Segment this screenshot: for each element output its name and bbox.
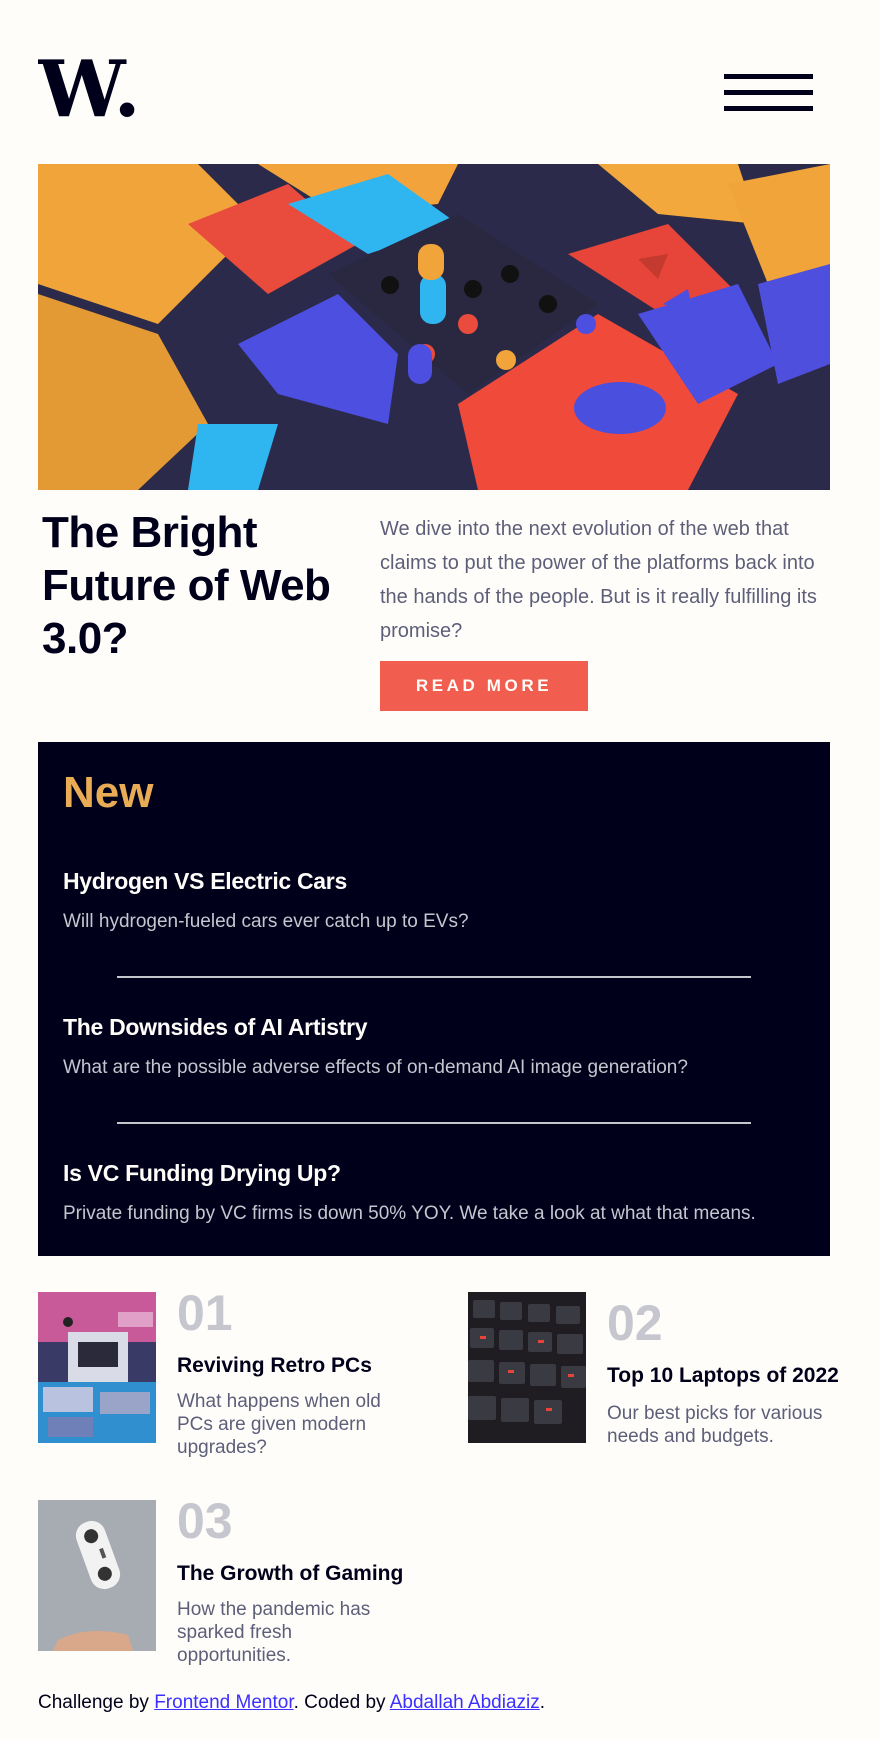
new-item-ai-artistry: The Downsides of AI Artistry What are th… <box>63 1014 823 1079</box>
article-card-2: 02 Top 10 Laptops of 2022 Our best picks… <box>468 1292 880 1462</box>
hero-title: The Bright Future of Web 3.0? <box>42 508 331 663</box>
new-section-title: New <box>63 768 154 817</box>
new-item-description: Private funding by VC firms is down 50% … <box>63 1203 756 1224</box>
new-item-vc-funding: Is VC Funding Drying Up? Private funding… <box>63 1160 823 1225</box>
footer-prefix: Challenge by <box>38 1692 155 1713</box>
article-card-3: 03 The Growth of Gaming How the pandemic… <box>38 1493 458 1670</box>
hero-image <box>38 164 830 490</box>
hamburger-menu-icon[interactable] <box>724 74 813 112</box>
attribution-footer: Challenge by Frontend Mentor. Coded by A… <box>38 1692 545 1714</box>
divider <box>117 976 751 978</box>
new-articles-panel: New Hydrogen VS Electric Cars Will hydro… <box>38 742 830 1256</box>
new-item-title[interactable]: The Downsides of AI Artistry <box>63 1014 823 1041</box>
article-number: 01 <box>177 1285 233 1341</box>
gaming-controller-image <box>38 1500 156 1651</box>
new-item-description: Will hydrogen-fueled cars ever catch up … <box>63 911 469 932</box>
article-title[interactable]: The Growth of Gaming <box>177 1562 403 1586</box>
logo[interactable]: W. <box>38 58 138 122</box>
article-number: 02 <box>607 1295 663 1351</box>
new-item-title[interactable]: Is VC Funding Drying Up? <box>63 1160 823 1187</box>
retro-pc-image <box>38 1292 156 1443</box>
article-number: 03 <box>177 1493 233 1549</box>
new-item-title[interactable]: Hydrogen VS Electric Cars <box>63 868 823 895</box>
new-item-description: What are the possible adverse effects of… <box>63 1057 688 1078</box>
article-description: How the pandemic has sparked fresh oppor… <box>177 1599 371 1666</box>
article-card-1: 01 Reviving Retro PCs What happens when … <box>38 1285 458 1462</box>
laptop-keyboard-image <box>468 1292 586 1443</box>
footer-suffix: . <box>539 1692 546 1713</box>
author-link[interactable]: Abdallah Abdiaziz <box>390 1692 540 1713</box>
logo-text: W. <box>38 58 138 122</box>
frontend-mentor-link[interactable]: Frontend Mentor <box>154 1692 293 1713</box>
read-more-button[interactable]: READ MORE <box>380 661 588 711</box>
divider <box>117 1122 751 1124</box>
article-description: Our best picks for various needs and bud… <box>607 1403 823 1447</box>
article-title[interactable]: Top 10 Laptops of 2022 <box>607 1364 839 1388</box>
footer-middle: . Coded by <box>293 1692 390 1713</box>
hero-description: We dive into the next evolution of the w… <box>380 518 817 642</box>
article-description: What happens when old PCs are given mode… <box>177 1391 381 1458</box>
article-title[interactable]: Reviving Retro PCs <box>177 1354 372 1378</box>
new-item-hydrogen: Hydrogen VS Electric Cars Will hydrogen-… <box>63 868 823 933</box>
